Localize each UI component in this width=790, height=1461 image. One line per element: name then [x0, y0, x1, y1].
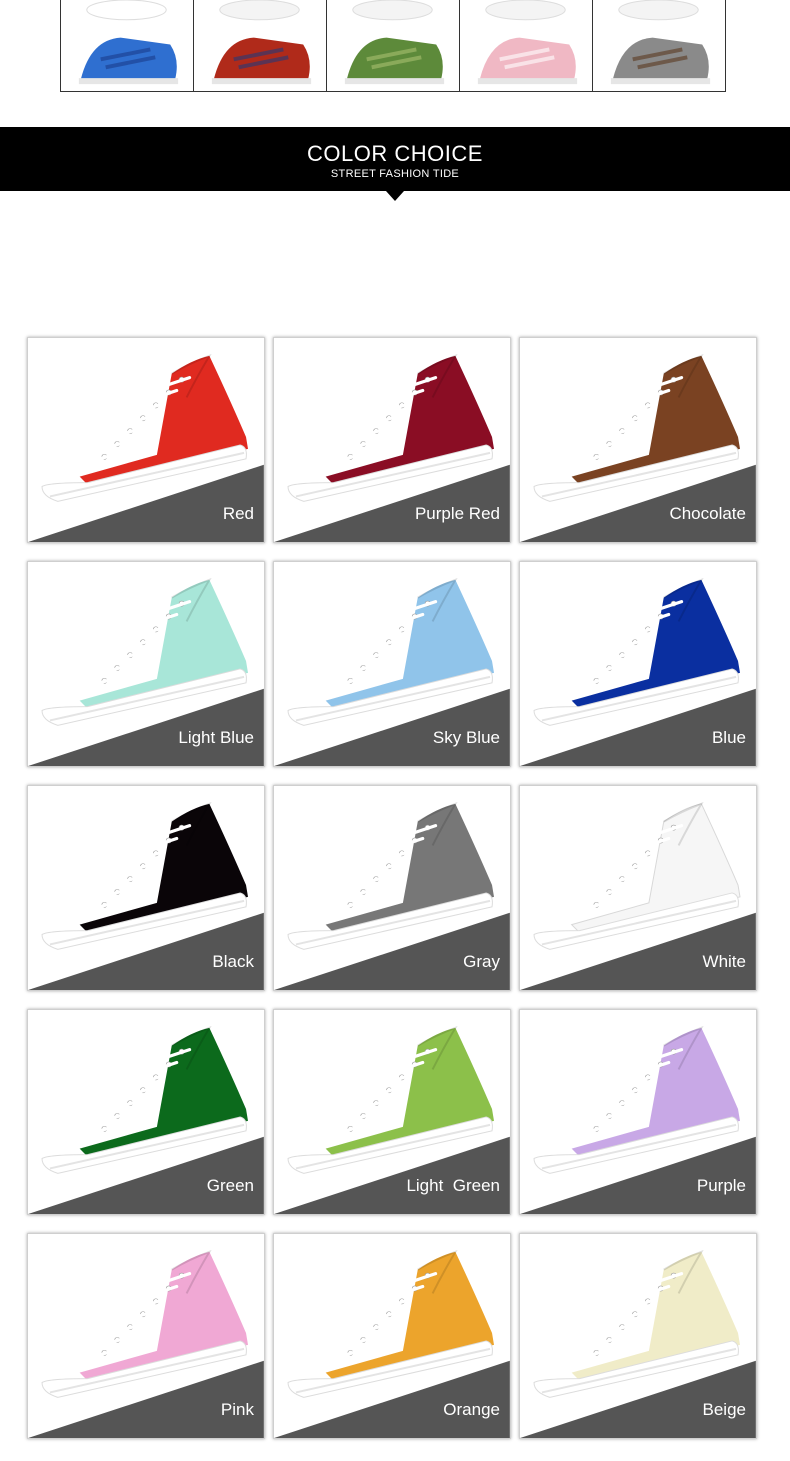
banner-subtitle: STREET FASHION TIDE: [330, 168, 460, 180]
color-label: Black: [212, 952, 254, 971]
color-label: Purple Red: [414, 504, 500, 523]
color-label: Green: [206, 1176, 254, 1195]
banner-pointer: [386, 191, 404, 201]
banner-title: COLOR CHOICE: [307, 141, 483, 166]
color-label: Gray: [463, 952, 500, 971]
color-label: White: [702, 952, 746, 971]
color-option-purple-red[interactable]: Purple Red: [273, 337, 511, 543]
color-option-chocolate[interactable]: Chocolate: [519, 337, 757, 543]
color-option-white[interactable]: White: [519, 785, 757, 991]
color-label: Pink: [220, 1400, 254, 1419]
color-option-light-blue[interactable]: Light Blue: [27, 561, 265, 767]
color-option-purple[interactable]: Purple: [519, 1009, 757, 1215]
color-label: Light Blue: [178, 728, 254, 747]
color-label: Blue: [711, 728, 746, 747]
color-option-orange[interactable]: Orange: [273, 1233, 511, 1439]
color-option-pink[interactable]: Pink: [27, 1233, 265, 1439]
shoe-thumbnail-image: [477, 0, 578, 85]
color-option-beige[interactable]: Beige: [519, 1233, 757, 1439]
color-label: Purple: [696, 1176, 746, 1195]
color-label: Sky Blue: [432, 728, 500, 747]
shoe-thumbnail-image: [344, 0, 445, 85]
shoe-thumbnail-image: [211, 0, 312, 85]
color-option-green[interactable]: Green: [27, 1009, 265, 1215]
color-option-black[interactable]: Black: [27, 785, 265, 991]
color-option-light-green[interactable]: Light Green: [273, 1009, 511, 1215]
thumbnail-4[interactable]: [460, 0, 593, 91]
color-option-gray[interactable]: Gray: [273, 785, 511, 991]
thumbnail-2[interactable]: [194, 0, 327, 91]
thumbnail-1[interactable]: [61, 0, 194, 91]
thumbnail-3[interactable]: [327, 0, 460, 91]
color-option-red[interactable]: Red: [27, 337, 265, 543]
color-label: Chocolate: [669, 504, 746, 523]
color-choice-banner: COLOR CHOICE STREET FASHION TIDE: [0, 127, 790, 191]
color-label: Red: [222, 504, 254, 523]
shoe-thumbnail-image: [610, 0, 711, 85]
color-label: Light Green: [406, 1176, 500, 1195]
thumbnail-strip: [60, 0, 726, 92]
color-option-blue[interactable]: Blue: [519, 561, 757, 767]
color-label: Orange: [443, 1400, 500, 1419]
color-label: Beige: [702, 1400, 746, 1419]
color-option-sky-blue[interactable]: Sky Blue: [273, 561, 511, 767]
thumbnail-5[interactable]: [593, 0, 725, 91]
shoe-thumbnail-image: [78, 0, 179, 85]
